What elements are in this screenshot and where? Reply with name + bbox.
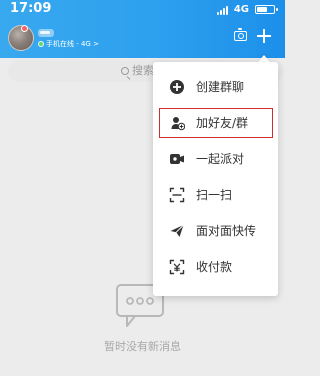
status-right: 4G — [216, 2, 278, 16]
send-icon — [170, 224, 184, 237]
menu-item-party[interactable]: 一起派对 — [153, 144, 278, 174]
profile-badge-icon — [38, 29, 54, 37]
plus-menu: 创建群聊 加好友/群 一起派对 扫一扫 面对面快传 收付款 — [153, 62, 278, 296]
menu-item-label: 面对面快传 — [196, 224, 257, 238]
menu-item-payment[interactable]: 收付款 — [153, 252, 278, 282]
menu-item-label: 创建群聊 — [196, 80, 245, 94]
scan-icon — [169, 187, 185, 203]
search-icon — [121, 67, 129, 75]
search-placeholder: 搜索 — [132, 64, 154, 77]
online-status-text: 手机在线 - 4G > — [46, 40, 99, 48]
menu-item-face-to-face[interactable]: 面对面快传 — [153, 216, 278, 246]
menu-item-create-group[interactable]: 创建群聊 — [153, 72, 278, 102]
payment-icon — [169, 259, 185, 275]
network-label: 4G — [233, 3, 249, 15]
group-chat-icon — [170, 80, 184, 94]
signal-icon — [216, 4, 228, 15]
menu-item-label: 一起派对 — [196, 152, 245, 166]
online-dot-icon — [38, 41, 44, 47]
add-friend-icon — [171, 117, 185, 131]
camera-icon[interactable] — [234, 28, 247, 41]
profile-status-icons — [38, 29, 54, 37]
status-time: 17:09 — [10, 1, 52, 16]
party-icon — [170, 154, 184, 164]
online-status[interactable]: 手机在线 - 4G > — [38, 40, 99, 48]
menu-item-label: 加好友/群 — [196, 116, 249, 130]
plus-icon[interactable] — [257, 29, 271, 43]
menu-item-scan[interactable]: 扫一扫 — [153, 180, 278, 210]
menu-item-label: 收付款 — [196, 260, 233, 274]
notification-dot-icon — [21, 25, 28, 32]
menu-item-add-friend-group[interactable]: 加好友/群 — [153, 108, 278, 138]
battery-icon — [255, 4, 278, 14]
phone-screen: 17:09 4G 手机在线 - 4G > 搜索 暂时没有新消息 创建群聊 加好友… — [0, 0, 285, 376]
empty-state-message: 暂时没有新消息 — [104, 340, 181, 353]
menu-item-label: 扫一扫 — [196, 188, 233, 202]
